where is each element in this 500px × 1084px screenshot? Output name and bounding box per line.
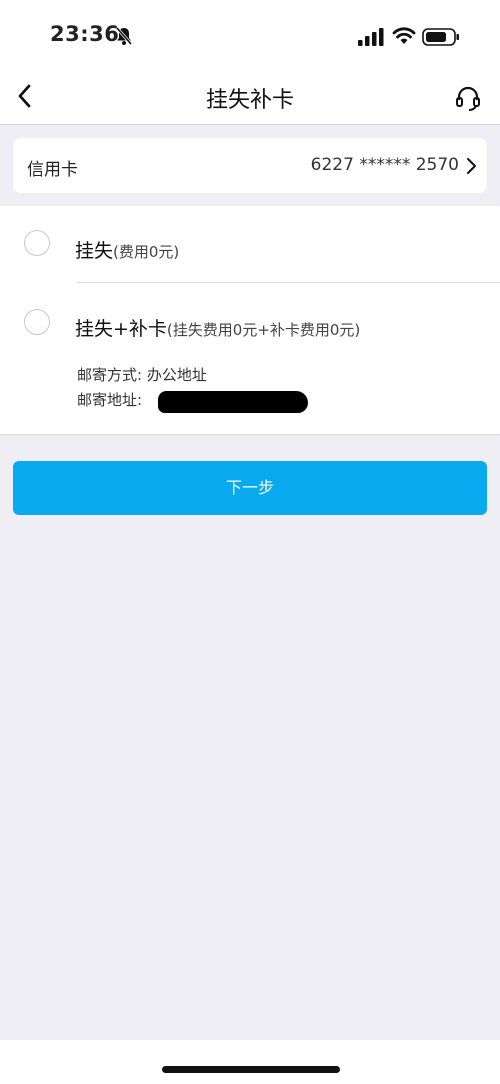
redacted-address xyxy=(158,391,308,413)
mailing-method: 邮寄方式: 办公地址 xyxy=(77,364,207,385)
option-report-loss-replace[interactable]: 挂失+补卡(挂失费用0元+补卡费用0元) xyxy=(75,314,360,341)
home-area xyxy=(0,1040,500,1084)
mailing-method-label: 邮寄方式: xyxy=(77,366,143,384)
card-type-label: 信用卡 xyxy=(27,160,78,180)
signal-icon xyxy=(358,28,384,46)
card-number: 6227 ****** 2570 xyxy=(310,155,459,175)
battery-icon xyxy=(422,28,459,46)
wifi-icon xyxy=(392,27,416,44)
radio-report-loss[interactable] xyxy=(24,230,50,256)
status-bar: 23:36 xyxy=(0,0,500,70)
nav-bar: 挂失补卡 xyxy=(0,70,500,125)
mailing-address: 邮寄地址: xyxy=(77,389,142,410)
option-label: 挂失+补卡 xyxy=(75,318,167,340)
option-fee-note: (费用0元) xyxy=(113,243,180,261)
card-selector[interactable]: 信用卡 6227 ****** 2570 xyxy=(13,138,487,193)
chevron-right-icon xyxy=(467,158,476,174)
options-panel: 挂失(费用0元) 挂失+补卡(挂失费用0元+补卡费用0元) 邮寄方式: 办公地址… xyxy=(0,206,500,435)
option-report-loss[interactable]: 挂失(费用0元) xyxy=(75,236,179,263)
mailing-address-label: 邮寄地址: xyxy=(77,391,143,409)
status-time: 23:36 xyxy=(50,22,120,46)
headset-icon[interactable] xyxy=(454,84,482,112)
option-divider xyxy=(76,282,500,283)
bell-slash-icon xyxy=(115,27,133,45)
mailing-method-value: 办公地址 xyxy=(146,366,207,384)
option-label: 挂失 xyxy=(75,240,114,262)
home-indicator[interactable] xyxy=(162,1066,340,1073)
radio-report-loss-replace[interactable] xyxy=(24,309,50,335)
page-title: 挂失补卡 xyxy=(205,88,294,113)
next-button[interactable]: 下一步 xyxy=(13,461,487,515)
option-fee-note: (挂失费用0元+补卡费用0元) xyxy=(166,321,361,339)
